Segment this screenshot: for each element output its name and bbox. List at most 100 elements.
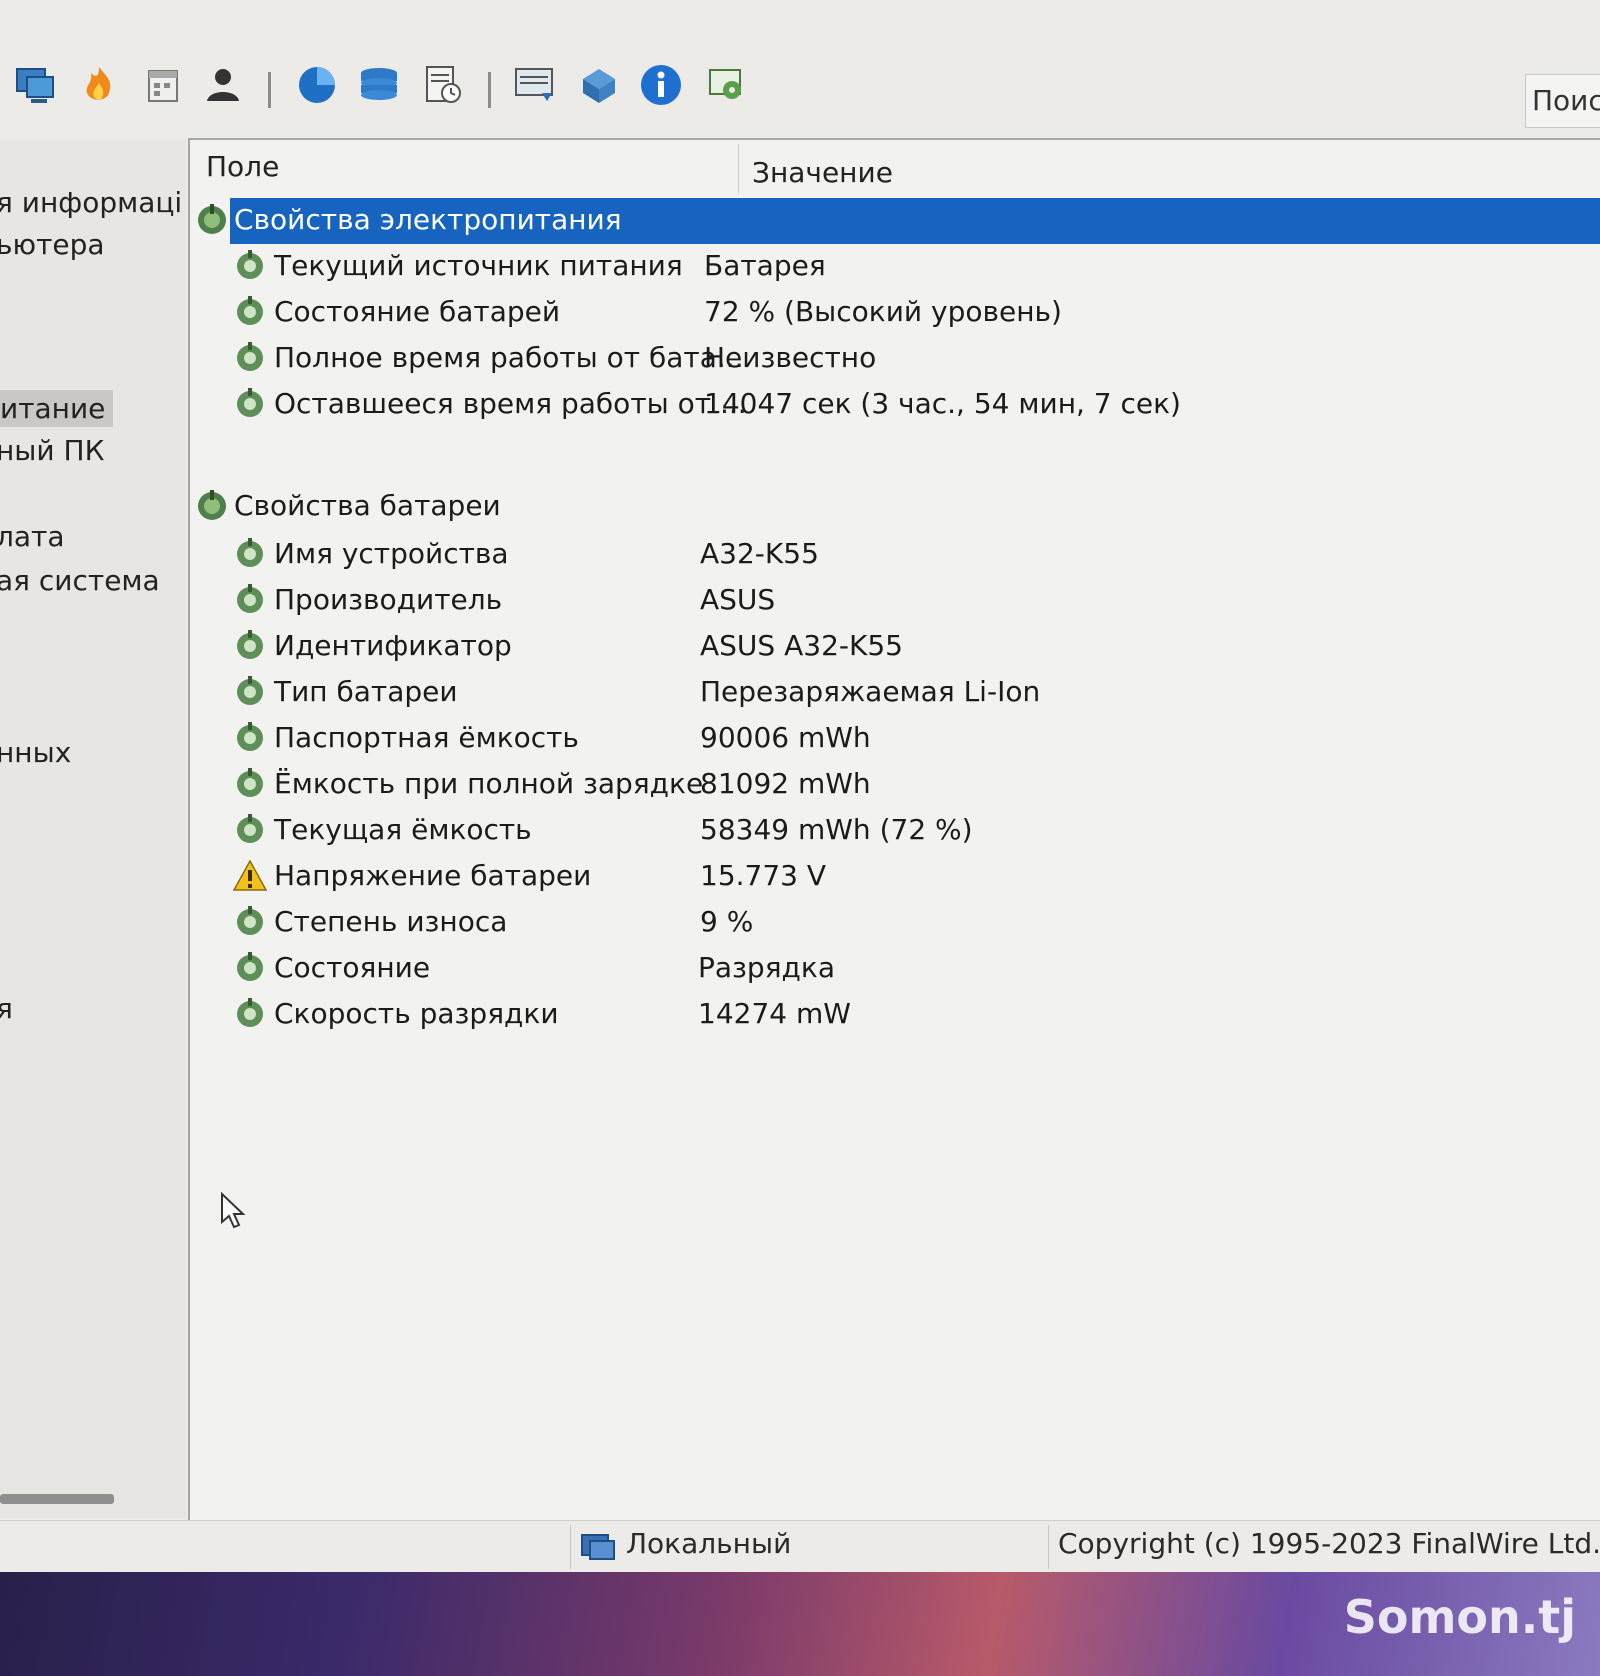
status-copyright: Copyright (c) 1995-2023 FinalWire Ltd.	[1058, 1527, 1600, 1560]
group-title: Свойства батареи	[234, 489, 501, 522]
battery-gear-icon	[237, 538, 263, 567]
field-name: Степень износа	[274, 905, 508, 938]
table-row[interactable]: Текущий источник питания Батарея	[190, 244, 1600, 288]
toolbar-separator	[268, 72, 271, 108]
field-name: Паспортная ёмкость	[274, 721, 579, 754]
field-name: Производитель	[274, 583, 503, 616]
power-icon	[198, 204, 226, 234]
table-row[interactable]: Паспортная ёмкость 90006 mWh	[190, 716, 1600, 760]
grid-header: Поле Значение	[190, 140, 1600, 196]
table-row[interactable]: Полное время работы от бата... Неизвестн…	[190, 336, 1600, 380]
group-row-power[interactable]: Свойства электропитания	[190, 198, 1600, 244]
battery-gear-icon	[237, 630, 263, 659]
field-name: Текущая ёмкость	[274, 813, 532, 846]
tree-item[interactable]: лата	[0, 520, 65, 553]
field-value: 81092 mWh	[700, 767, 871, 800]
field-name: Идентификатор	[274, 629, 512, 662]
battery-gear-icon	[237, 388, 263, 417]
group-title: Свойства электропитания	[234, 203, 622, 236]
watermark: Somon.tj	[1343, 1590, 1576, 1644]
table-row[interactable]: Имя устройства A32-K55	[190, 532, 1600, 576]
calendar-icon[interactable]	[138, 60, 188, 110]
field-value: Разрядка	[698, 951, 835, 984]
left-tree-panel: я информаці ьютера итание ный ПК лата ая…	[0, 140, 186, 1518]
battery-gear-icon	[237, 722, 263, 751]
properties-grid: Поле Значение Свойства электропитания Те…	[188, 138, 1600, 1524]
field-name: Состояние батарей	[274, 295, 561, 328]
field-value: 9 %	[700, 905, 754, 938]
tree-item-selected[interactable]: итание	[0, 390, 114, 427]
pie-chart-icon[interactable]	[292, 60, 342, 110]
computer-icon	[581, 1534, 615, 1560]
table-row[interactable]: Скорость разрядки 14274 mW	[190, 992, 1600, 1036]
app-window: Поис я информаці ьютера итание ный ПК ла…	[0, 0, 1600, 1572]
field-value: 14274 mW	[698, 997, 851, 1030]
table-row[interactable]: Производитель ASUS	[190, 578, 1600, 622]
battery-gear-icon	[237, 250, 263, 279]
search-button[interactable]: Поис	[1525, 74, 1600, 128]
tree-item[interactable]: ьютера	[0, 228, 105, 261]
status-bar: Локальный Copyright (c) 1995-2023 FinalW…	[0, 1520, 1600, 1572]
field-value: ASUS	[700, 583, 776, 616]
field-value: ASUS A32-K55	[700, 629, 903, 662]
field-value: 58349 mWh (72 %)	[700, 813, 973, 846]
field-name: Скорость разрядки	[274, 997, 559, 1030]
field-value: A32-K55	[700, 537, 819, 570]
column-header-value[interactable]: Значение	[752, 156, 893, 189]
desktop-wallpaper: Somon.tj	[0, 1572, 1600, 1676]
network-icon[interactable]	[574, 60, 624, 110]
battery-gear-icon	[237, 584, 263, 613]
field-name: Напряжение батареи	[274, 859, 592, 892]
table-row[interactable]: Текущая ёмкость 58349 mWh (72 %)	[190, 808, 1600, 852]
field-name: Имя устройства	[274, 537, 509, 570]
battery-gear-icon	[237, 676, 263, 705]
column-header-field[interactable]: Поле	[206, 150, 279, 183]
battery-gear-icon	[237, 768, 263, 797]
tools-icon[interactable]	[702, 60, 752, 110]
horizontal-scrollbar[interactable]	[0, 1494, 114, 1504]
database-icon[interactable]	[354, 60, 404, 110]
battery-gear-icon	[237, 814, 263, 843]
tree-item[interactable]: ный ПК	[0, 434, 104, 467]
field-name: Текущий источник питания	[274, 249, 683, 282]
field-name: Тип батареи	[274, 675, 458, 708]
battery-gear-icon	[237, 906, 263, 935]
field-value: Перезаряжаемая Li-Ion	[700, 675, 1041, 708]
field-value: 14047 сек (3 час., 54 мин, 7 сек)	[704, 387, 1181, 420]
field-value: 90006 mWh	[700, 721, 871, 754]
battery-gear-icon	[198, 490, 226, 520]
flame-icon[interactable]	[74, 60, 124, 110]
battery-gear-icon	[237, 342, 263, 371]
table-row[interactable]: Степень износа 9 %	[190, 900, 1600, 944]
table-row[interactable]: Состояние батарей 72 % (Высокий уровень)	[190, 290, 1600, 334]
field-value: 72 % (Высокий уровень)	[704, 295, 1062, 328]
monitor-icon[interactable]	[510, 60, 560, 110]
column-divider[interactable]	[738, 144, 739, 194]
tree-item[interactable]: я	[0, 992, 13, 1025]
status-divider	[1048, 1525, 1049, 1569]
computer-icon[interactable]	[10, 60, 60, 110]
table-row[interactable]: Идентификатор ASUS A32-K55	[190, 624, 1600, 668]
table-row[interactable]: Тип батареи Перезаряжаемая Li-Ion	[190, 670, 1600, 714]
table-row[interactable]: Состояние Разрядка	[190, 946, 1600, 990]
table-row[interactable]: Ёмкость при полной зарядке 81092 mWh	[190, 762, 1600, 806]
battery-gear-icon	[237, 952, 263, 981]
battery-gear-icon	[237, 998, 263, 1027]
field-name: Ёмкость при полной зарядке	[274, 767, 704, 800]
tree-item[interactable]: я информаці	[0, 186, 182, 219]
info-icon[interactable]	[636, 60, 686, 110]
tree-item[interactable]: нных	[0, 736, 71, 769]
user-icon[interactable]	[198, 60, 248, 110]
toolbar: Поис	[0, 50, 1600, 140]
field-value: Неизвестно	[704, 341, 877, 374]
field-value: 15.773 V	[700, 859, 827, 892]
mouse-cursor-icon	[221, 1192, 246, 1229]
field-name: Состояние	[274, 951, 431, 984]
report-icon[interactable]	[418, 60, 468, 110]
group-row-battery[interactable]: Свойства батареи	[190, 484, 1600, 528]
tree-item[interactable]: ая система	[0, 564, 160, 597]
table-row[interactable]: Напряжение батареи 15.773 V	[190, 854, 1600, 898]
table-row[interactable]: Оставшееся время работы от ... 14047 сек…	[190, 382, 1600, 426]
battery-gear-icon	[237, 296, 263, 325]
field-name: Оставшееся время работы от ...	[274, 387, 747, 420]
